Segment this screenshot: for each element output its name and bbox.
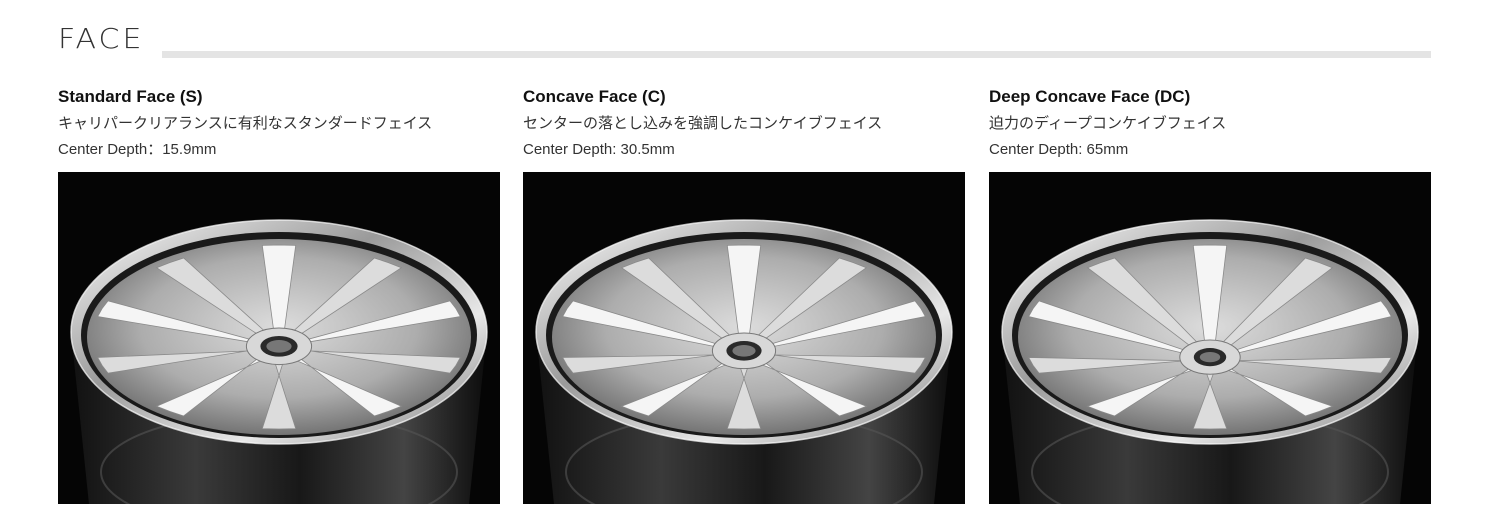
face-description: 迫力のディープコンケイブフェイス [989,114,1227,132]
face-center-depth: Center Depth: 30.5mm [523,141,675,158]
wheel-illustration [70,219,488,504]
wheel-illustration [1001,219,1419,504]
face-description: センターの落とし込みを強調したコンケイブフェイス [523,114,883,132]
section-title: FACE [58,23,145,56]
face-title: Concave Face (C) [523,87,666,106]
section-divider [162,51,1431,58]
wheel-photo [523,172,965,504]
wheel-photo [989,172,1431,504]
face-title: Deep Concave Face (DC) [989,87,1191,106]
section-header: FACE [58,26,1431,60]
wheel-photo [58,172,500,504]
face-description: キャリパークリアランスに有利なスタンダードフェイス [58,114,433,132]
face-center-depth: Center Depth：15.9mm [58,141,217,158]
face-center-depth: Center Depth: 65mm [989,141,1129,158]
wheel-illustration [535,219,953,504]
face-card-standard: Standard Face (S) キャリパークリアランスに有利なスタンダードフ… [58,86,500,504]
face-title: Standard Face (S) [58,87,203,106]
face-card-deep-concave: Deep Concave Face (DC) 迫力のディープコンケイブフェイス … [989,86,1431,504]
face-card-concave: Concave Face (C) センターの落とし込みを強調したコンケイブフェイ… [523,86,965,504]
